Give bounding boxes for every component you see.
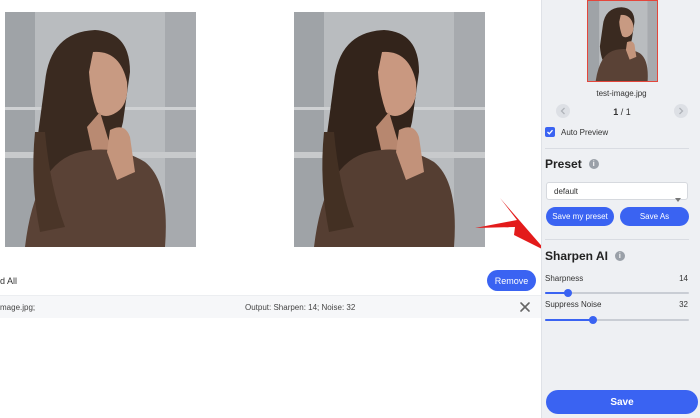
chevron-down-icon	[675, 189, 681, 207]
sharpness-slider-handle[interactable]	[564, 289, 573, 297]
added-all-label: d All	[0, 276, 18, 286]
sharpness-slider[interactable]	[545, 289, 689, 297]
info-icon[interactable]: i	[614, 251, 625, 261]
settings-sidebar: test-image.jpg 1 / 1 Auto Preview Preset…	[541, 0, 700, 418]
auto-preview-toggle[interactable]: Auto Preview	[545, 127, 608, 137]
remove-button[interactable]: Remove	[487, 270, 536, 291]
preset-dropdown[interactable]: default	[546, 182, 688, 202]
file-row[interactable]: mage.jpg; Output: Sharpen: 14; Noise: 32	[0, 295, 541, 318]
check-icon[interactable]	[545, 127, 555, 137]
close-icon[interactable]	[518, 300, 532, 314]
suppress-noise-value: 32	[679, 300, 688, 309]
suppress-noise-label: Suppress Noise	[545, 300, 602, 309]
suppress-noise-slider[interactable]	[545, 316, 689, 324]
sharpness-label: Sharpness	[545, 274, 584, 283]
chevron-left-icon[interactable]	[556, 104, 570, 118]
sharpness-value: 14	[679, 274, 688, 283]
preset-selected-value: default	[554, 187, 579, 196]
thumbnail[interactable]	[587, 0, 658, 82]
original-photo	[5, 12, 196, 247]
sharpen-title: Sharpen AI	[545, 249, 608, 263]
suppress-noise-slider-handle[interactable]	[588, 316, 597, 324]
preset-title: Preset	[545, 157, 582, 171]
chevron-right-icon[interactable]	[674, 104, 688, 118]
page-indicator: 1 / 1	[602, 107, 642, 117]
auto-preview-label: Auto Preview	[561, 127, 609, 137]
page-total: 1	[625, 107, 631, 117]
preview-photo	[294, 12, 485, 247]
page-separator: /	[618, 107, 626, 117]
file-list-toolbar: d All	[0, 267, 541, 295]
suppress-noise-slider-fill	[545, 319, 593, 321]
save-my-preset-button[interactable]: Save my preset	[546, 207, 614, 226]
main-area: d All Remove mage.jpg; Output: Sharpen: …	[0, 0, 541, 418]
sharpen-section-title: Sharpen AI i	[545, 249, 625, 263]
file-output-summary: Output: Sharpen: 14; Noise: 32	[245, 303, 356, 312]
divider	[545, 148, 689, 149]
file-name: mage.jpg;	[0, 303, 36, 312]
app-window: d All Remove mage.jpg; Output: Sharpen: …	[0, 0, 700, 418]
thumbnail-filename: test-image.jpg	[596, 89, 647, 98]
preset-section-title: Preset i	[545, 157, 599, 171]
save-button[interactable]: Save	[546, 390, 698, 414]
save-as-button[interactable]: Save As	[620, 207, 689, 226]
divider	[545, 239, 689, 240]
info-icon[interactable]: i	[588, 159, 599, 169]
